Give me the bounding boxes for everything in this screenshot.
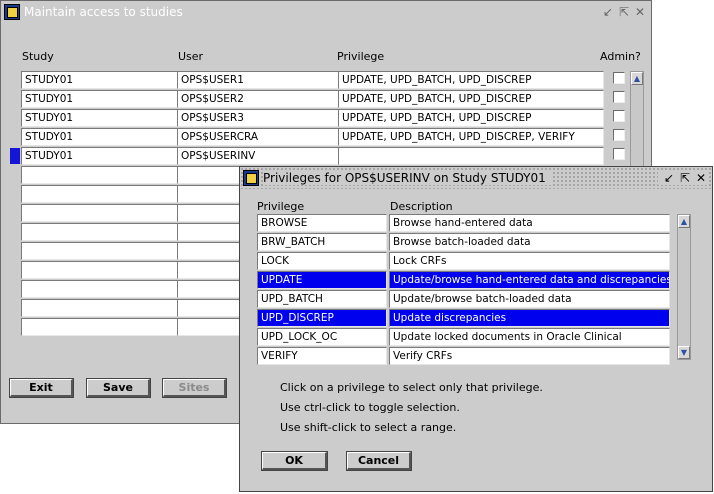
minimize-icon[interactable]: ↙ bbox=[601, 5, 615, 19]
description-item[interactable]: Update/browse hand-entered data and disc… bbox=[389, 271, 670, 289]
privilege-item[interactable]: BROWSE bbox=[257, 214, 387, 232]
description-item[interactable]: Update/browse batch-loaded data bbox=[389, 290, 670, 308]
admin-checkbox[interactable] bbox=[613, 110, 625, 122]
scroll-down-icon[interactable]: ▼ bbox=[678, 346, 690, 359]
exit-button[interactable]: Exit bbox=[9, 378, 74, 398]
privilege-cell[interactable]: UPDATE, UPD_BATCH, UPD_DISCREP bbox=[338, 109, 604, 127]
study-cell[interactable]: STUDY01 bbox=[21, 71, 178, 89]
privilege-column-header: Privilege bbox=[337, 50, 385, 63]
study-cell[interactable] bbox=[21, 242, 178, 260]
admin-checkbox[interactable] bbox=[613, 72, 625, 84]
privilege-cell[interactable] bbox=[338, 147, 604, 165]
study-cell[interactable] bbox=[21, 204, 178, 222]
user-cell[interactable]: OPS$USERINV bbox=[177, 147, 339, 165]
privilege-item[interactable]: UPD_LOCK_OC bbox=[257, 328, 387, 346]
study-cell[interactable] bbox=[21, 299, 178, 317]
user-cell[interactable]: OPS$USER3 bbox=[177, 109, 339, 127]
study-cell[interactable] bbox=[21, 318, 178, 336]
description-item[interactable]: Browse hand-entered data bbox=[389, 214, 670, 232]
app-icon bbox=[4, 4, 20, 20]
study-cell[interactable] bbox=[21, 166, 178, 184]
privilege-item[interactable]: LOCK bbox=[257, 252, 387, 270]
study-cell[interactable]: STUDY01 bbox=[21, 109, 178, 127]
privilege-cell[interactable]: UPDATE, UPD_BATCH, UPD_DISCREP, VERIFY bbox=[338, 128, 604, 146]
user-cell[interactable]: OPS$USER2 bbox=[177, 90, 339, 108]
sites-button[interactable]: Sites bbox=[162, 378, 227, 398]
scroll-up-icon[interactable]: ▲ bbox=[678, 215, 690, 228]
privilege-item[interactable]: BRW_BATCH bbox=[257, 233, 387, 251]
current-record-indicator bbox=[10, 148, 20, 164]
maximize-icon[interactable]: ⇱ bbox=[678, 171, 692, 185]
save-button[interactable]: Save bbox=[86, 378, 151, 398]
help-text-click: Click on a privilege to select only that… bbox=[280, 381, 543, 394]
description-item[interactable]: Update locked documents in Oracle Clinic… bbox=[389, 328, 670, 346]
study-cell[interactable] bbox=[21, 223, 178, 241]
main-titlebar[interactable]: Maintain access to studies ↙ ⇱ ✕ bbox=[1, 1, 651, 23]
privilege-item[interactable]: VERIFY bbox=[257, 347, 387, 365]
study-cell[interactable]: STUDY01 bbox=[21, 128, 178, 146]
dialog-titlebar[interactable]: Privileges for OPS$USERINV on Study STUD… bbox=[240, 167, 712, 189]
study-column-header: Study bbox=[22, 50, 54, 63]
close-icon[interactable]: ✕ bbox=[633, 5, 647, 19]
privilege-item[interactable]: UPDATE bbox=[257, 271, 387, 289]
description-column-header: Description bbox=[390, 200, 453, 213]
admin-checkbox[interactable] bbox=[613, 148, 625, 160]
privilege-item[interactable]: UPD_DISCREP bbox=[257, 309, 387, 327]
study-cell[interactable]: STUDY01 bbox=[21, 147, 178, 165]
description-item[interactable]: Verify CRFs bbox=[389, 347, 670, 365]
ok-button[interactable]: OK bbox=[261, 451, 328, 471]
study-cell[interactable] bbox=[21, 261, 178, 279]
user-cell[interactable]: OPS$USER1 bbox=[177, 71, 339, 89]
help-text-ctrl-click: Use ctrl-click to toggle selection. bbox=[280, 401, 460, 414]
description-item[interactable]: Update discrepancies bbox=[389, 309, 670, 327]
privilege-item[interactable]: UPD_BATCH bbox=[257, 290, 387, 308]
description-item[interactable]: Lock CRFs bbox=[389, 252, 670, 270]
privilege-cell[interactable]: UPDATE, UPD_BATCH, UPD_DISCREP bbox=[338, 71, 604, 89]
privilege-cell[interactable]: UPDATE, UPD_BATCH, UPD_DISCREP bbox=[338, 90, 604, 108]
user-column-header: User bbox=[178, 50, 204, 63]
user-cell[interactable]: OPS$USERCRA bbox=[177, 128, 339, 146]
privilege-column-header: Privilege bbox=[257, 200, 305, 213]
maximize-icon[interactable]: ⇱ bbox=[617, 5, 631, 19]
main-window-title: Maintain access to studies bbox=[24, 5, 183, 19]
description-item[interactable]: Browse batch-loaded data bbox=[389, 233, 670, 251]
admin-checkbox[interactable] bbox=[613, 91, 625, 103]
study-cell[interactable] bbox=[21, 280, 178, 298]
dialog-title: Privileges for OPS$USERINV on Study STUD… bbox=[263, 171, 552, 185]
cancel-button[interactable]: Cancel bbox=[346, 451, 412, 471]
privileges-dialog: Privileges for OPS$USERINV on Study STUD… bbox=[239, 166, 713, 492]
scroll-up-icon[interactable]: ▲ bbox=[631, 72, 643, 85]
admin-column-header: Admin? bbox=[600, 50, 641, 63]
minimize-icon[interactable]: ↙ bbox=[662, 171, 676, 185]
study-cell[interactable] bbox=[21, 185, 178, 203]
help-text-shift-click: Use shift-click to select a range. bbox=[280, 421, 457, 434]
app-icon bbox=[243, 170, 259, 186]
close-icon[interactable]: ✕ bbox=[694, 171, 708, 185]
admin-checkbox[interactable] bbox=[613, 129, 625, 141]
study-cell[interactable]: STUDY01 bbox=[21, 90, 178, 108]
privilege-list-scrollbar[interactable]: ▲ ▼ bbox=[677, 214, 691, 360]
